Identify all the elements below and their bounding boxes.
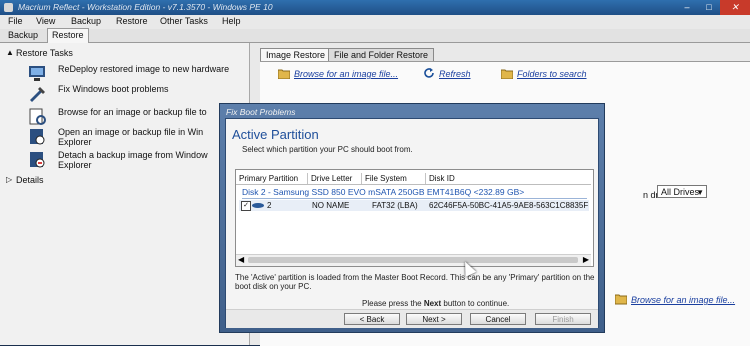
collapse-triangle-icon: ▲	[6, 48, 14, 57]
partition-disk-id: 62C46F5A-50BC-41A5-9AE8-563C1C8835F	[429, 201, 589, 210]
computer-icon	[29, 66, 45, 81]
tab-file-folder-restore[interactable]: File and Folder Restore	[328, 48, 435, 61]
window-titlebar: Macrium Reflect - Workstation Edition - …	[0, 0, 750, 15]
browse-image-toolbar-label: Browse for an image file...	[294, 69, 399, 79]
partition-file-system: FAT32 (LBA)	[372, 201, 418, 210]
scroll-right-icon[interactable]: ▶	[583, 255, 589, 264]
dialog-subheading: Select which partition your PC should bo…	[242, 145, 413, 154]
main-tab-bar: Backup Restore	[0, 28, 750, 43]
continue-instruction-next: Next	[423, 299, 442, 308]
task-detach-image-label: Detach a backup image from Window Explore…	[58, 150, 208, 170]
image-detach-icon	[30, 152, 45, 168]
continue-instruction-post: button to continue.	[443, 299, 510, 308]
drive-filter-select[interactable]: All Drives ▼	[657, 185, 707, 198]
drive-filter-value: All Drives	[661, 187, 700, 197]
col-file-system[interactable]: File System	[362, 173, 426, 184]
task-browse-image[interactable]: Browse for an image or backup file to	[26, 107, 248, 127]
cancel-button[interactable]: Cancel	[470, 313, 526, 325]
disk-group-divider	[242, 198, 587, 199]
folder-search-icon	[501, 69, 513, 79]
scroll-left-icon[interactable]: ◀	[238, 255, 244, 264]
folders-to-search-label: Folders to search	[517, 69, 587, 79]
dialog-button-row: < Back Next > Cancel Finish	[226, 309, 598, 328]
menu-bar: File View Backup Restore Other Tasks Hel…	[0, 15, 750, 29]
document-search-icon	[29, 108, 46, 125]
disk-icon	[252, 203, 264, 208]
refresh-label: Refresh	[439, 69, 471, 79]
expand-triangle-icon: ▷	[6, 175, 13, 184]
partition-number: 2	[267, 201, 272, 210]
maximize-button[interactable]: □	[698, 0, 720, 15]
col-primary-partition[interactable]: Primary Partition	[236, 173, 308, 184]
col-drive-letter[interactable]: Drive Letter	[308, 173, 362, 184]
chevron-down-icon: ▼	[696, 188, 704, 197]
dialog-heading: Active Partition	[232, 127, 319, 142]
partition-drive-letter: NO NAME	[312, 201, 350, 210]
task-fix-boot[interactable]: Fix Windows boot problems	[26, 84, 248, 104]
window-controls: – □ ✕	[676, 0, 750, 15]
menu-view[interactable]: View	[36, 16, 55, 26]
tab-backup[interactable]: Backup	[4, 29, 42, 42]
next-button[interactable]: Next >	[406, 313, 462, 325]
menu-restore[interactable]: Restore	[116, 16, 148, 26]
restore-tasks-label: Restore Tasks	[16, 48, 73, 58]
partition-checkbox[interactable]: ✓	[241, 201, 251, 211]
tab-restore[interactable]: Restore	[47, 28, 89, 43]
folder-icon	[278, 69, 290, 79]
folder-icon	[615, 294, 627, 305]
horizontal-scrollbar[interactable]: ◀ ▶	[236, 254, 591, 266]
browse-image-bottom-label: Browse for an image file...	[631, 295, 736, 305]
fix-boot-problems-dialog: Fix Boot Problems Active Partition Selec…	[219, 103, 605, 333]
disk-group-label: Disk 2 - Samsung SSD 850 EVO mSATA 250GB…	[242, 187, 525, 197]
partition-row[interactable]: ✓ 2 NO NAME FAT32 (LBA) 62C46F5A-50BC-41…	[239, 200, 589, 211]
window-title: Macrium Reflect - Workstation Edition - …	[18, 2, 273, 12]
col-disk-id[interactable]: Disk ID	[426, 173, 591, 184]
task-redeploy[interactable]: ReDeploy restored image to new hardware	[26, 64, 248, 84]
details-label: Details	[16, 175, 44, 185]
task-redeploy-label: ReDeploy restored image to new hardware	[58, 64, 230, 74]
minimize-button[interactable]: –	[676, 0, 698, 15]
partition-table-header: Primary Partition Drive Letter File Syst…	[236, 173, 591, 185]
app-icon	[4, 3, 13, 12]
continue-instruction-pre: Please press the	[362, 299, 422, 308]
active-partition-note: The 'Active' partition is loaded from th…	[235, 273, 595, 291]
scrollbar-thumb[interactable]	[248, 257, 578, 263]
tools-icon	[30, 87, 45, 102]
details-header[interactable]: ▷ Details	[6, 175, 44, 185]
menu-file[interactable]: File	[8, 16, 23, 26]
close-button[interactable]: ✕	[720, 0, 750, 15]
menu-other-tasks[interactable]: Other Tasks	[160, 16, 208, 26]
finish-button[interactable]: Finish	[535, 313, 591, 325]
refresh-icon	[424, 68, 434, 78]
dialog-title: Fix Boot Problems	[226, 107, 296, 117]
tab-image-restore[interactable]: Image Restore	[260, 48, 332, 61]
restore-tasks-header[interactable]: ▲ Restore Tasks	[6, 48, 73, 58]
image-open-icon	[30, 129, 45, 145]
partition-table: Primary Partition Drive Letter File Syst…	[235, 169, 594, 267]
left-task-pane: ▲ Restore Tasks ReDeploy restored image …	[0, 43, 250, 345]
task-browse-image-label: Browse for an image or backup file to	[58, 107, 207, 117]
dialog-body: Active Partition Select which partition …	[225, 118, 599, 328]
task-fix-boot-label: Fix Windows boot problems	[58, 84, 169, 94]
task-open-explorer[interactable]: Open an image or backup file in Win Explo…	[26, 127, 248, 149]
task-detach-image[interactable]: Detach a backup image from Window Explore…	[26, 150, 248, 172]
continue-instruction: Please press the Next button to continue…	[362, 299, 509, 308]
menu-help[interactable]: Help	[222, 16, 241, 26]
menu-backup[interactable]: Backup	[71, 16, 101, 26]
back-button[interactable]: < Back	[344, 313, 400, 325]
task-open-explorer-label: Open an image or backup file in Win Explo…	[58, 127, 204, 147]
